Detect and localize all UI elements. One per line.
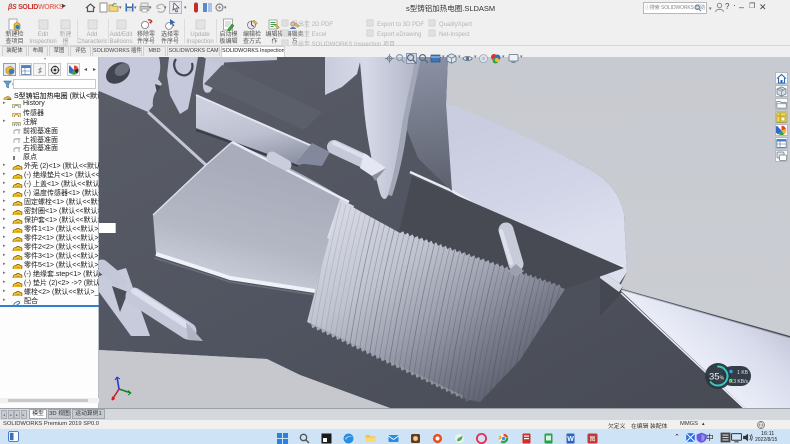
svg-text:W: W [567,436,574,443]
svg-text:0.3 KB/s: 0.3 KB/s [729,379,748,385]
svg-text:图: 图 [589,436,595,443]
svg-text:♯: ♯ [38,66,42,75]
svg-text:1 KB: 1 KB [737,370,749,376]
